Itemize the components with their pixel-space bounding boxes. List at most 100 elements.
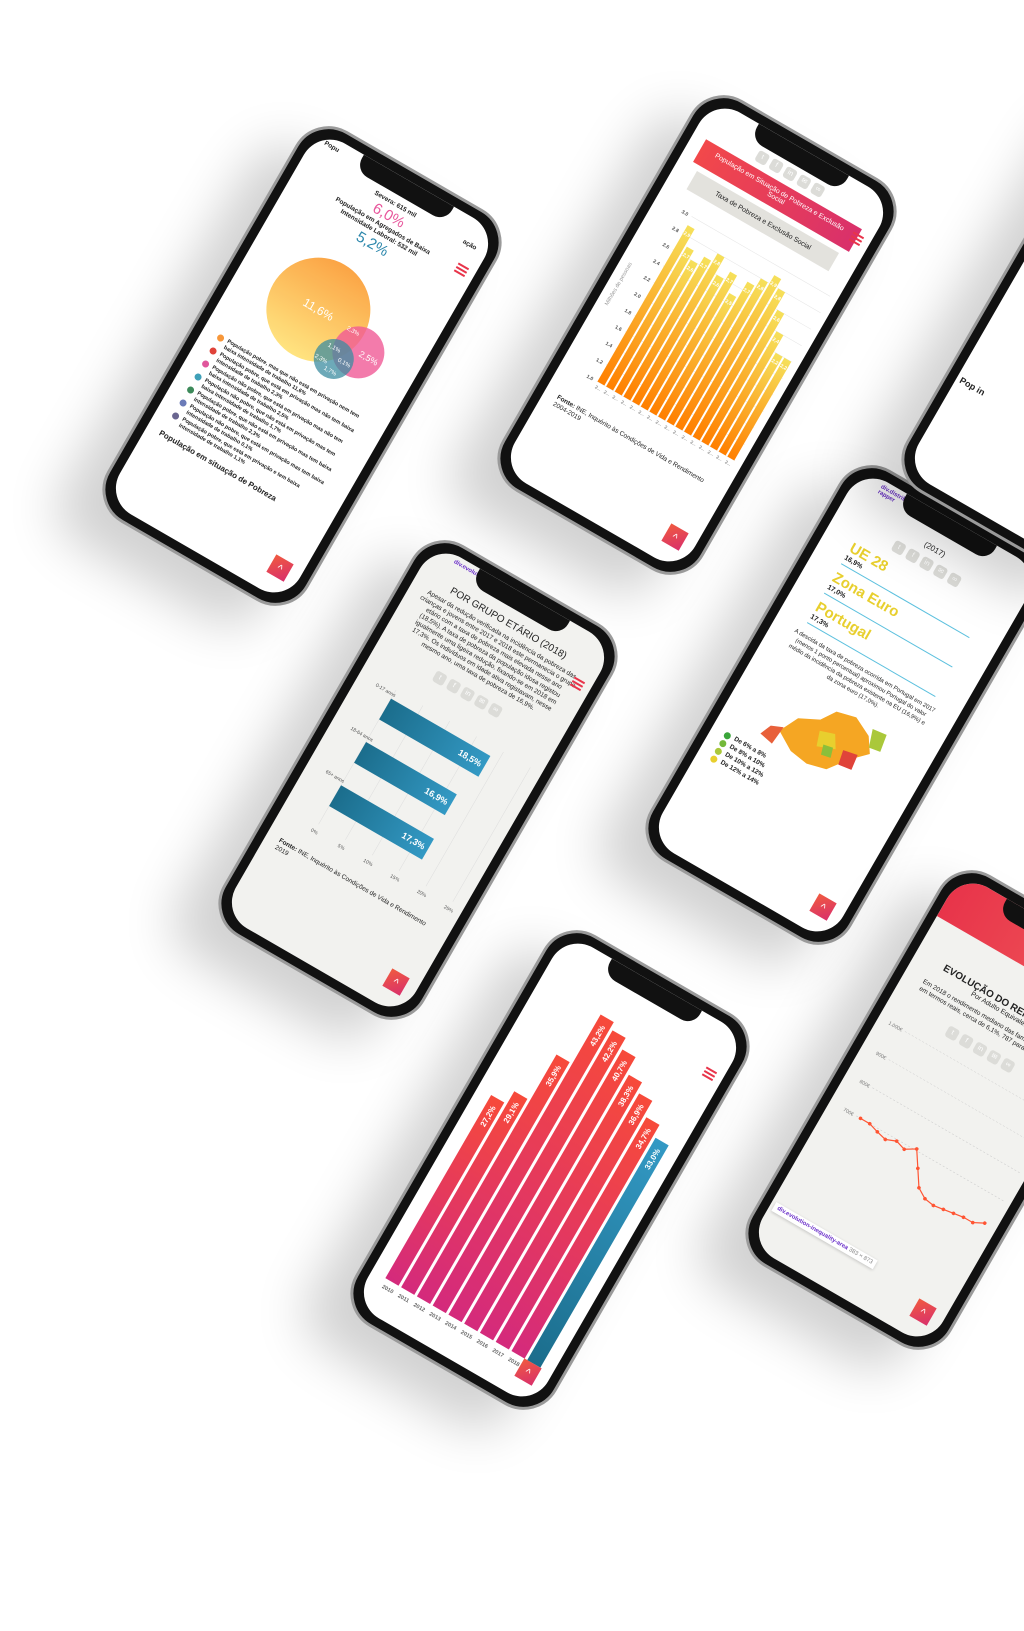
linkedin-icon[interactable]: in xyxy=(781,165,799,183)
screen: R EVOLUÇÃO DO RENDIMENTO Por Adulto Equi… xyxy=(747,872,1024,1348)
y-tick-label: 2.0 xyxy=(633,291,642,300)
scroll-top-button[interactable]: ^ xyxy=(266,554,294,582)
link-icon[interactable]: ∞ xyxy=(999,1057,1016,1074)
scroll-top-button[interactable]: ^ xyxy=(909,1298,937,1326)
facebook-icon[interactable]: f xyxy=(957,1033,975,1050)
x-tick-label: 2016 xyxy=(475,1339,489,1350)
facebook-icon[interactable]: f xyxy=(767,157,785,175)
y-tick-label: 2.4 xyxy=(652,259,661,268)
twitter-icon[interactable]: t xyxy=(431,670,448,687)
email-icon[interactable]: ✉ xyxy=(473,694,490,711)
x-tick-label: 2... xyxy=(655,419,663,426)
gridline xyxy=(888,1059,1024,1145)
legend-dot xyxy=(193,372,203,382)
y-tick-label: 1.8 xyxy=(623,308,632,317)
legend-dot xyxy=(185,385,196,395)
x-tick-label: 2... xyxy=(637,409,645,416)
category-label: 0-17 anos xyxy=(374,683,397,700)
linkedin-icon[interactable]: in xyxy=(918,555,935,573)
x-tick-label: 2... xyxy=(603,389,611,396)
x-tick-label: 2... xyxy=(715,454,723,461)
data-point xyxy=(982,1221,987,1225)
facebook-icon[interactable]: f xyxy=(445,678,462,695)
y-tick-label: 1.4 xyxy=(604,341,613,350)
x-tick-label: 2... xyxy=(698,444,706,451)
legend-dot xyxy=(709,754,719,764)
venn-label: 11,6% xyxy=(300,295,337,324)
dev-inspector-label: div.evolution-inequality-area xyxy=(775,1205,849,1252)
venn-label: 2,5% xyxy=(357,348,380,368)
y-tick-label: 3.0 xyxy=(680,209,689,218)
x-tick-label: 20% xyxy=(416,889,428,899)
x-tick-label: 2... xyxy=(620,399,628,406)
data-point xyxy=(941,1207,946,1212)
link-icon[interactable]: ∞ xyxy=(809,181,826,199)
y-tick-label: 800€ xyxy=(858,1079,871,1090)
dev-inspector-tooltip: div.evolution-inequality-area 383 × 873 xyxy=(771,1202,879,1270)
twitter-icon[interactable]: t xyxy=(944,1025,961,1042)
x-tick-label: 0% xyxy=(309,828,319,837)
legend-dot xyxy=(178,398,188,408)
data-point xyxy=(858,1116,863,1121)
email-icon[interactable]: ✉ xyxy=(932,563,949,581)
legend-dot xyxy=(718,738,728,749)
dev-inspector-size: 383 × 873 xyxy=(847,1247,874,1266)
legend-dot xyxy=(722,731,733,741)
y-tick-label: 1.000€ xyxy=(887,1021,903,1034)
x-tick-label: 2010 xyxy=(381,1284,395,1295)
facebook-icon[interactable]: f xyxy=(904,547,921,565)
y-tick-label: 1.0 xyxy=(585,374,594,383)
x-tick-label: 2017 xyxy=(491,1348,505,1359)
x-tick-label: 2... xyxy=(672,429,680,436)
x-tick-label: 2... xyxy=(646,414,654,421)
twitter-icon[interactable]: t xyxy=(890,539,907,557)
partial-text: Pop in xyxy=(957,375,987,398)
data-point xyxy=(961,1215,966,1220)
x-tick-label: 2... xyxy=(663,424,671,431)
email-icon[interactable]: ✉ xyxy=(795,173,813,191)
x-tick-label: 2... xyxy=(612,394,620,401)
data-point xyxy=(917,1185,921,1190)
link-icon[interactable]: ∞ xyxy=(487,702,504,719)
category-label: 18-64 anos xyxy=(349,726,374,744)
legend-dot xyxy=(170,411,181,421)
legend-dot xyxy=(208,346,218,356)
y-tick-label: 1.2 xyxy=(595,357,604,366)
data-point xyxy=(916,1166,920,1171)
y-axis-label: Milhões de pessoas xyxy=(604,261,634,306)
gridline xyxy=(425,751,504,887)
x-tick-label: 2015 xyxy=(459,1330,473,1341)
x-tick-label: 25% xyxy=(442,904,454,914)
linkedin-icon[interactable]: in xyxy=(459,686,476,703)
scroll-top-button[interactable]: ^ xyxy=(809,893,837,921)
legend-dot xyxy=(215,333,226,343)
gridline xyxy=(856,1115,1004,1202)
x-tick-label: 2... xyxy=(629,404,637,411)
scroll-top-button[interactable]: ^ xyxy=(382,968,410,996)
x-tick-label: 2013 xyxy=(428,1311,442,1322)
x-tick-label: 5% xyxy=(336,843,346,852)
data-point xyxy=(914,1147,919,1151)
y-tick-label: 2.2 xyxy=(642,275,651,284)
y-tick-label: 700€ xyxy=(842,1107,855,1118)
email-icon[interactable]: ✉ xyxy=(985,1049,1003,1066)
phone-income-evolution: R EVOLUÇÃO DO RENDIMENTO Por Adulto Equi… xyxy=(731,856,1024,1364)
scroll-top-button[interactable]: ^ xyxy=(661,523,689,551)
y-tick-label: 2.6 xyxy=(661,242,670,251)
twitter-icon[interactable]: t xyxy=(754,149,771,167)
x-tick-label: 2... xyxy=(707,449,715,456)
x-tick-label: 2... xyxy=(724,459,732,466)
line-chart-income: 700€ 800€ 900€ 1.000€ xyxy=(842,1021,1024,1225)
bar-chart-millions: 1.01.21.41.61.82.02.22.42.62.83.0 Milhões… xyxy=(585,209,831,467)
gridline xyxy=(452,767,531,902)
x-tick-label: 2... xyxy=(689,439,697,446)
header-partial: Popu xyxy=(322,139,341,155)
screen: Popu ação Severa: 615 mil 6,0% População… xyxy=(104,128,500,604)
link-icon[interactable]: ∞ xyxy=(946,571,963,589)
x-tick-label: 10% xyxy=(362,858,374,868)
linkedin-icon[interactable]: in xyxy=(971,1041,989,1058)
x-tick-label: 2... xyxy=(681,434,689,441)
y-tick-label: 1.6 xyxy=(614,324,623,333)
income-line xyxy=(860,1117,985,1224)
data-point xyxy=(970,1220,975,1225)
